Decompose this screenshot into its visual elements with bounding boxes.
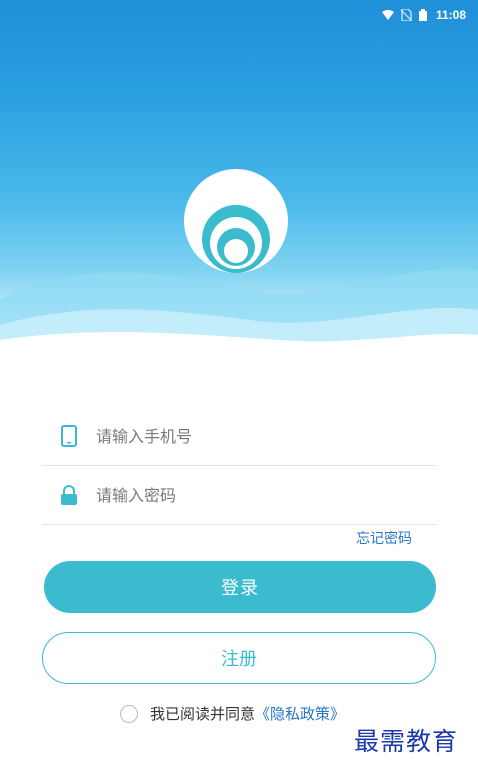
app-logo [184,169,288,273]
agreement-checkbox[interactable] [120,704,138,723]
privacy-policy-link[interactable]: 《隐私政策》 [255,703,345,724]
status-bar: 11:08 [0,0,478,28]
lock-icon [56,482,82,508]
phone-icon [56,423,82,449]
header-banner: 11:08 [0,0,478,360]
wifi-icon [381,10,394,20]
phone-input[interactable] [94,425,398,447]
phone-field-row [42,407,436,466]
forgot-password-link[interactable]: 忘记密码 [356,528,412,548]
watermark-text: 最需教育 [354,727,459,756]
register-button[interactable]: 注册 [42,632,436,684]
no-sim-icon [400,9,412,21]
login-button[interactable]: 登录 [44,561,436,613]
agreement-row: 我已阅读并同意 《隐私政策》 [120,703,345,724]
password-input[interactable] [94,484,398,506]
battery-icon [418,9,427,21]
status-time: 11:08 [435,8,466,22]
password-field-row [42,466,436,525]
agreement-text: 我已阅读并同意 [150,705,256,723]
